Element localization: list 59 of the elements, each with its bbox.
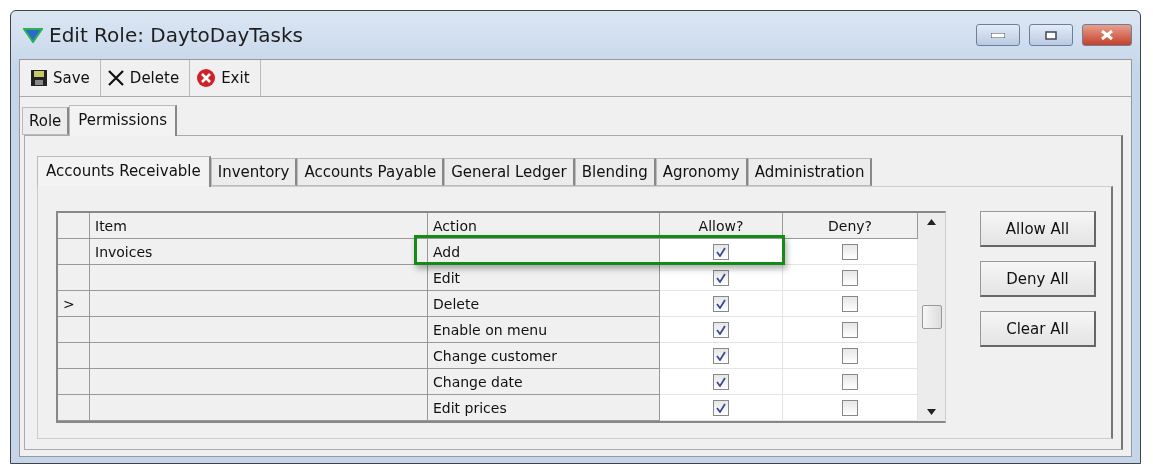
up-arrow-icon[interactable] — [927, 219, 936, 225]
tab[interactable]: Accounts Receivable — [37, 156, 211, 187]
table-cell: Change date — [428, 369, 660, 395]
x-icon — [106, 69, 125, 87]
maximize-icon — [1045, 30, 1057, 40]
checkbox[interactable] — [842, 321, 858, 338]
action-button[interactable]: Allow All — [980, 211, 1096, 247]
row-header-cell[interactable] — [58, 265, 90, 291]
column-header[interactable]: Deny? — [783, 213, 918, 239]
tab[interactable]: General Ledger — [444, 158, 575, 186]
checkbox[interactable] — [713, 321, 729, 338]
exit-button[interactable]: Exit — [190, 60, 261, 96]
checkbox[interactable] — [713, 399, 729, 416]
checkbox[interactable] — [842, 373, 858, 390]
checkbox[interactable] — [842, 399, 858, 416]
checkbox[interactable] — [713, 373, 729, 390]
down-arrow-icon[interactable] — [927, 409, 936, 415]
checkbox[interactable] — [842, 347, 858, 364]
checkbox[interactable] — [713, 347, 729, 364]
close-button[interactable] — [1082, 24, 1132, 46]
tab[interactable]: Inventory — [210, 158, 298, 186]
row-header-cell[interactable] — [58, 369, 90, 395]
vertical-scrollbar[interactable] — [918, 213, 945, 421]
row-header-cell[interactable] — [58, 239, 90, 265]
tab[interactable]: Role — [22, 107, 70, 135]
tab[interactable]: Administration — [747, 158, 873, 186]
tab[interactable]: Blending — [574, 158, 656, 186]
table-cell: Edit — [428, 265, 660, 291]
close-icon — [196, 68, 217, 88]
row-header-cell[interactable] — [58, 343, 90, 369]
checkbox[interactable] — [713, 295, 729, 312]
checkbox[interactable] — [713, 269, 729, 286]
close-icon — [1100, 30, 1114, 40]
checkbox[interactable] — [842, 269, 858, 286]
tab[interactable]: Permissions — [69, 105, 178, 136]
table-cell: Change customer — [428, 343, 660, 369]
triangle-logo-icon — [23, 27, 43, 43]
checkbox[interactable] — [842, 295, 858, 312]
table-cell: Enable on menu — [428, 317, 660, 343]
row-header-cell[interactable]: > — [58, 291, 90, 317]
action-button[interactable]: Deny All — [980, 261, 1096, 297]
row-header-cell[interactable] — [58, 395, 90, 421]
checkbox[interactable] — [713, 243, 729, 260]
scrollbar-thumb[interactable] — [921, 305, 942, 329]
table-cell: Edit prices — [428, 395, 660, 421]
minimize-icon — [991, 32, 1005, 38]
tab[interactable]: Agronomy — [655, 158, 748, 186]
action-button[interactable]: Clear All — [980, 311, 1096, 347]
delete-button[interactable]: Delete — [100, 60, 191, 96]
minimize-button[interactable] — [976, 24, 1020, 46]
column-header[interactable]: Item — [90, 213, 428, 239]
table-cell: Invoices — [90, 239, 428, 265]
maximize-button[interactable] — [1029, 24, 1073, 46]
window-title: Edit Role: DaytoDayTasks — [49, 23, 304, 47]
checkbox[interactable] — [842, 243, 858, 260]
save-button[interactable]: Save — [24, 60, 101, 96]
row-header-cell[interactable] — [58, 317, 90, 343]
tab[interactable]: Accounts Payable — [297, 158, 445, 186]
table-cell: Delete — [428, 291, 660, 317]
